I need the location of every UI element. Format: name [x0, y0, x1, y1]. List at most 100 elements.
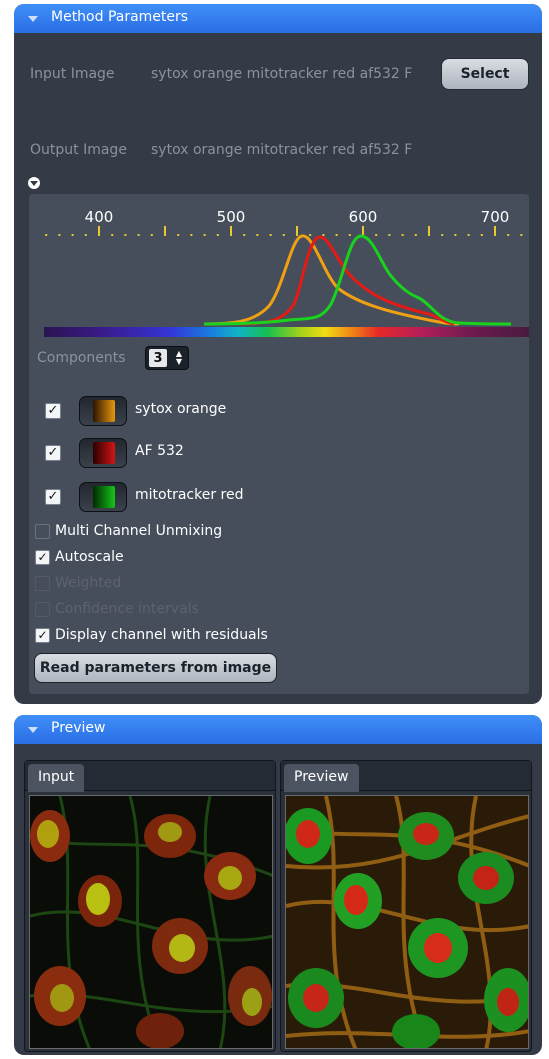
input-image [29, 795, 273, 1049]
tick-mark [137, 234, 140, 236]
tick-mark [480, 234, 483, 236]
collapse-triangle-icon[interactable] [28, 727, 38, 733]
component-row-af532: ✓ AF 532 [37, 438, 337, 468]
option-autoscale[interactable]: ✓ Autoscale [35, 548, 485, 568]
tick-mark [454, 234, 457, 236]
component-row-mitotracker-red: ✓ mitotracker red [37, 482, 337, 512]
tick-mark [322, 234, 325, 236]
option-display-channel-with-residuals[interactable]: ✓ Display channel with residuals [35, 626, 485, 646]
components-label: Components [37, 350, 126, 366]
tick-mark [296, 226, 298, 236]
tick-mark [269, 234, 272, 236]
tab-preview[interactable]: Preview [284, 764, 359, 792]
tick-mark [111, 234, 114, 236]
tick-mark [494, 226, 496, 236]
component-name: mitotracker red [135, 487, 244, 503]
tick-mark [507, 234, 510, 236]
preview-panel: Preview Input Preview [14, 715, 542, 1055]
tick-mark [124, 234, 127, 236]
option-confidence-intervals: Confidence intervals [35, 600, 485, 620]
component-checkbox[interactable]: ✓ [45, 403, 61, 419]
tick-mark [309, 234, 312, 236]
stepper-arrows-icon[interactable]: ▲ ▼ [172, 350, 186, 366]
wavelength-ticks [45, 226, 523, 236]
option-checkbox [35, 602, 50, 617]
axis-label-700: 700 [481, 208, 510, 226]
select-input-button[interactable]: Select [441, 58, 529, 90]
tick-mark [388, 234, 391, 236]
parameters-area: 400 500 600 700 Components 3 ▲ ▼ ✓ sytox … [29, 194, 529, 694]
tick-mark [467, 234, 470, 236]
method-parameters-panel: Method Parameters Input Image sytox oran… [14, 4, 542, 704]
axis-label-400: 400 [85, 208, 114, 226]
preview-pane: Preview [280, 760, 532, 1052]
option-label: Confidence intervals [55, 601, 199, 617]
tick-mark [441, 234, 444, 236]
option-label: Autoscale [55, 549, 124, 565]
tick-mark [71, 234, 74, 236]
input-micrograph-image [30, 796, 272, 1048]
option-label: Display channel with residuals [55, 627, 268, 643]
tick-mark [243, 234, 246, 236]
component-name: AF 532 [135, 443, 184, 459]
component-color-swatch [93, 486, 115, 508]
option-label: Multi Channel Unmixing [55, 523, 223, 539]
tick-mark [401, 234, 404, 236]
input-image-value: sytox orange mitotracker red af532 F [151, 66, 413, 82]
option-checkbox[interactable]: ✓ [35, 550, 50, 565]
components-value[interactable]: 3 [149, 349, 167, 367]
preview-tabbar: Preview [281, 761, 531, 792]
tick-mark [375, 234, 378, 236]
input-image-label: Input Image [30, 66, 115, 82]
tick-mark [164, 226, 166, 236]
component-color-button[interactable] [79, 482, 127, 512]
tick-mark [348, 234, 351, 236]
tick-mark [177, 234, 180, 236]
tick-mark [520, 234, 523, 236]
option-checkbox[interactable]: ✓ [35, 628, 50, 643]
component-row-sytox-orange: ✓ sytox orange [37, 396, 337, 426]
component-name: sytox orange [135, 401, 227, 417]
method-parameters-header[interactable]: Method Parameters [14, 4, 542, 33]
tick-mark [45, 234, 48, 236]
option-checkbox [35, 576, 50, 591]
tick-mark [58, 234, 61, 236]
component-color-button[interactable] [79, 438, 127, 468]
mitotracker-red-curve [203, 234, 512, 326]
component-checkbox[interactable]: ✓ [45, 445, 61, 461]
output-image-value: sytox orange mitotracker red af532 F [151, 142, 413, 158]
tick-mark [230, 226, 232, 236]
collapse-spectrum-icon[interactable] [28, 177, 40, 189]
preview-title: Preview [51, 720, 106, 736]
preview-micrograph-image [286, 796, 528, 1048]
tick-mark [414, 234, 417, 236]
tick-mark [84, 234, 87, 236]
tick-mark [216, 234, 219, 236]
axis-label-500: 500 [217, 208, 246, 226]
tick-mark [98, 226, 100, 236]
components-stepper[interactable]: 3 ▲ ▼ [145, 346, 189, 370]
tick-mark [335, 234, 338, 236]
preview-header[interactable]: Preview [14, 715, 542, 744]
tick-mark [428, 226, 430, 236]
option-label: Weighted [55, 575, 122, 591]
component-color-swatch [93, 400, 115, 422]
tab-input[interactable]: Input [28, 764, 85, 792]
read-parameters-button[interactable]: Read parameters from image [34, 653, 277, 683]
option-multi-channel-unmixing[interactable]: Multi Channel Unmixing [35, 522, 485, 542]
wavelength-color-bar [44, 327, 529, 337]
input-tabbar: Input [25, 761, 275, 792]
tick-mark [362, 226, 364, 236]
tick-mark [190, 234, 193, 236]
tick-mark [150, 234, 153, 236]
af532-curve [238, 235, 455, 326]
option-checkbox[interactable] [35, 524, 50, 539]
component-checkbox[interactable]: ✓ [45, 489, 61, 505]
option-weighted: Weighted [35, 574, 485, 594]
tick-mark [282, 234, 285, 236]
collapse-triangle-icon[interactable] [28, 16, 38, 22]
tick-mark [203, 234, 206, 236]
method-parameters-title: Method Parameters [51, 9, 189, 25]
spectrum-chart: 400 500 600 700 [44, 208, 529, 337]
component-color-button[interactable] [79, 396, 127, 426]
